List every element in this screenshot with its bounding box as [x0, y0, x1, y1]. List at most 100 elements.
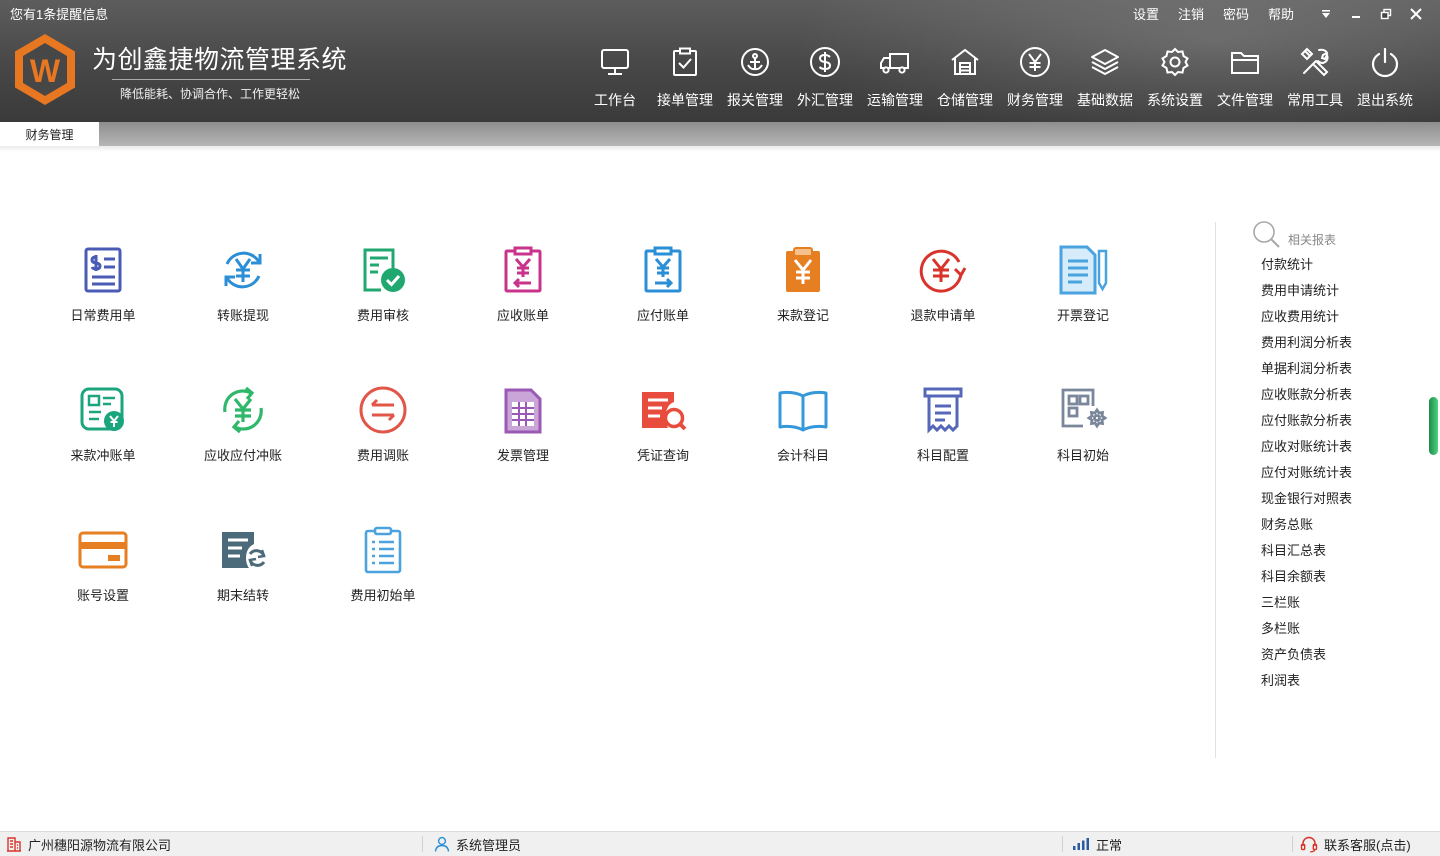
- func-period-close[interactable]: 期末结转: [173, 524, 313, 624]
- report-item[interactable]: 付款统计: [1261, 252, 1352, 278]
- tab-bar: 财务管理: [0, 122, 1440, 146]
- nav-forex[interactable]: 外汇管理: [790, 44, 860, 110]
- anchor-icon: [737, 44, 773, 80]
- nav-workbench[interactable]: 工作台: [580, 44, 650, 110]
- refund-icon: [917, 244, 969, 296]
- func-label: 应付账单: [636, 308, 689, 323]
- notification-text[interactable]: 您有1条提醒信息: [10, 4, 108, 23]
- restore-icon[interactable]: [1374, 5, 1398, 23]
- signal-bars-icon: [1073, 838, 1089, 850]
- warehouse-icon: [947, 44, 983, 80]
- subject-config-icon: [917, 384, 969, 436]
- audit-check-icon: [357, 244, 409, 296]
- report-item[interactable]: 资产负债表: [1261, 642, 1352, 668]
- func-account-setting[interactable]: 账号设置: [33, 524, 173, 624]
- gear-icon: [1157, 44, 1193, 80]
- app-subtitle: 降低能耗、协调合作、工作更轻松: [120, 87, 301, 101]
- func-refund-request[interactable]: 退款申请单: [873, 244, 1013, 344]
- invoice-register-icon: [1057, 244, 1109, 296]
- func-receivable-bill[interactable]: 应收账单: [453, 244, 593, 344]
- report-item[interactable]: 科目汇总表: [1261, 538, 1352, 564]
- report-item[interactable]: 费用利润分析表: [1261, 330, 1352, 356]
- related-reports-header: 相关报表: [1252, 220, 1336, 248]
- report-item[interactable]: 多栏账: [1261, 616, 1352, 642]
- nav-order[interactable]: 接单管理: [650, 44, 720, 110]
- nav-files[interactable]: 文件管理: [1210, 44, 1280, 110]
- search-icon: [1253, 221, 1280, 248]
- report-item[interactable]: 三栏账: [1261, 590, 1352, 616]
- company-segment: 广州穗阳源物流有限公司: [6, 832, 171, 856]
- nav-label: 仓储管理: [937, 92, 993, 108]
- nav-transport[interactable]: 运输管理: [860, 44, 930, 110]
- income-offset-icon: [77, 384, 129, 436]
- contact-support-link[interactable]: 联系客服(点击): [1324, 835, 1411, 854]
- payable-bill-icon: [637, 244, 689, 296]
- income-register-icon: [777, 244, 829, 296]
- logo-letter: W: [30, 53, 61, 89]
- nav-customs[interactable]: 报关管理: [720, 44, 790, 110]
- func-label: 转账提现: [216, 308, 269, 323]
- close-icon[interactable]: [1404, 5, 1428, 23]
- report-item[interactable]: 应付对账统计表: [1261, 460, 1352, 486]
- func-label: 期末结转: [216, 588, 269, 603]
- ar-ap-offset-icon: [217, 384, 269, 436]
- func-label: 退款申请单: [910, 308, 976, 323]
- report-item[interactable]: 费用申请统计: [1261, 278, 1352, 304]
- nav-tools[interactable]: 常用工具: [1280, 44, 1350, 110]
- nav-label: 工作台: [594, 92, 636, 108]
- func-account-subject[interactable]: 会计科目: [733, 384, 873, 484]
- func-label: 科目初始: [1056, 448, 1109, 463]
- func-transfer[interactable]: 转账提现: [173, 244, 313, 344]
- report-item[interactable]: 单据利润分析表: [1261, 356, 1352, 382]
- report-item[interactable]: 科目余额表: [1261, 564, 1352, 590]
- func-expense-audit[interactable]: 费用审核: [313, 244, 453, 344]
- voucher-query-icon: [637, 384, 689, 436]
- dropdown-icon[interactable]: [1314, 5, 1338, 23]
- nav-basedata[interactable]: 基础数据: [1070, 44, 1140, 110]
- settings-link[interactable]: 设置: [1133, 4, 1159, 23]
- func-subject-init[interactable]: 科目初始: [1013, 384, 1153, 484]
- func-label: 开票登记: [1056, 308, 1109, 323]
- func-label: 应收账单: [496, 308, 549, 323]
- func-income-register[interactable]: 来款登记: [733, 244, 873, 344]
- minimize-icon[interactable]: [1344, 5, 1368, 23]
- func-ar-ap-offset[interactable]: 应收应付冲账: [173, 384, 313, 484]
- nav-warehouse[interactable]: 仓储管理: [930, 44, 1000, 110]
- report-item[interactable]: 应付账款分析表: [1261, 408, 1352, 434]
- report-item[interactable]: 财务总账: [1261, 512, 1352, 538]
- password-link[interactable]: 密码: [1223, 4, 1249, 23]
- subject-init-icon: [1057, 384, 1109, 436]
- func-payable-bill[interactable]: 应付账单: [593, 244, 733, 344]
- func-daily-expense[interactable]: 日常费用单: [33, 244, 173, 344]
- building-icon: [7, 837, 21, 852]
- nav-settings[interactable]: 系统设置: [1140, 44, 1210, 110]
- dollar-icon: [807, 44, 843, 80]
- scrollbar-thumb[interactable]: [1429, 397, 1438, 455]
- func-voucher-query[interactable]: 凭证查询: [593, 384, 733, 484]
- report-item[interactable]: 现金银行对照表: [1261, 486, 1352, 512]
- func-label: 费用调账: [356, 448, 409, 463]
- func-subject-config[interactable]: 科目配置: [873, 384, 1013, 484]
- nav-label: 常用工具: [1287, 92, 1343, 108]
- nav-finance[interactable]: 财务管理: [1000, 44, 1070, 110]
- nav-exit[interactable]: 退出系统: [1350, 44, 1420, 110]
- related-reports-title: 相关报表: [1288, 232, 1337, 247]
- app-logo: W: [12, 32, 78, 107]
- logout-link[interactable]: 注销: [1178, 4, 1204, 23]
- report-item[interactable]: 应收费用统计: [1261, 304, 1352, 330]
- func-invoice-register[interactable]: 开票登记: [1013, 244, 1153, 344]
- tab-finance[interactable]: 财务管理: [0, 122, 99, 146]
- func-label: 账号设置: [76, 588, 129, 603]
- func-expense-init[interactable]: 费用初始单: [313, 524, 453, 624]
- func-invoice-manage[interactable]: 发票管理: [453, 384, 593, 484]
- help-link[interactable]: 帮助: [1268, 4, 1294, 23]
- func-expense-adjust[interactable]: 费用调账: [313, 384, 453, 484]
- clipboard-check-icon: [667, 44, 703, 80]
- report-item[interactable]: 利润表: [1261, 668, 1352, 694]
- invoice-manage-icon: [497, 384, 549, 436]
- func-income-offset[interactable]: 来款冲账单: [33, 384, 173, 484]
- report-item[interactable]: 应收对账统计表: [1261, 434, 1352, 460]
- nav-label: 运输管理: [867, 92, 923, 108]
- report-item[interactable]: 应收账款分析表: [1261, 382, 1352, 408]
- support-segment[interactable]: 联系客服(点击): [1300, 832, 1411, 856]
